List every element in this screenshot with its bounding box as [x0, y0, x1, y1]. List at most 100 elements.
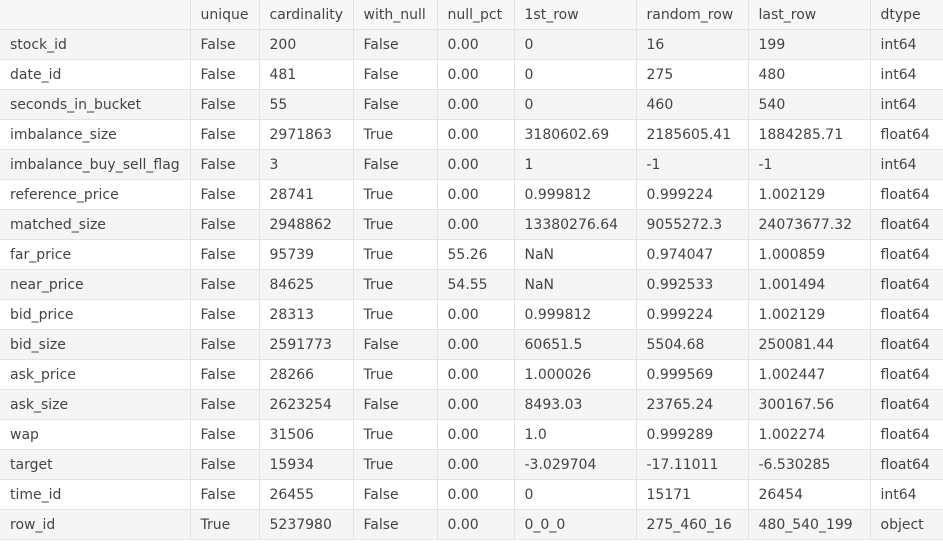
column-header: with_null	[352, 0, 438, 30]
row-label: imbalance_buy_sell_flag	[0, 149, 191, 180]
table-cell: float64	[869, 179, 943, 210]
table-cell: 1.001494	[747, 269, 871, 300]
row-label: date_id	[0, 59, 191, 90]
table-cell: 1.002129	[747, 299, 871, 330]
table-cell: 0.999569	[635, 359, 749, 390]
table-cell: False	[189, 479, 260, 510]
table-cell: float64	[869, 419, 943, 450]
table-cell: False	[189, 89, 260, 120]
table-cell: 13380276.64	[513, 209, 637, 240]
table-cell: -1	[635, 149, 749, 180]
table-cell: 0_0_0	[513, 509, 637, 540]
table-cell: False	[352, 29, 438, 60]
table-row: reference_price False 28741 True 0.00 0.99981…	[0, 179, 943, 210]
table-cell: False	[352, 509, 438, 540]
table-row: ask_price False 28266 True 0.00 1.000026 0.999…	[0, 359, 943, 390]
table-row: matched_size False 2948862 True 0.00 13380276…	[0, 209, 943, 240]
table-cell: 0.00	[436, 119, 515, 150]
table-cell: float64	[869, 209, 943, 240]
table-cell: 0.999224	[635, 179, 749, 210]
table-cell: False	[352, 479, 438, 510]
table-row: near_price False 84625 True 54.55 NaN 0.992533…	[0, 269, 943, 300]
column-header: 1st_row	[513, 0, 637, 30]
table-cell: 0.974047	[635, 239, 749, 270]
table-cell: 480_540_199	[747, 509, 871, 540]
table-cell: 0.999812	[513, 299, 637, 330]
table-cell: 23765.24	[635, 389, 749, 420]
table-cell: 0.00	[436, 419, 515, 450]
table-cell: -17.11011	[635, 449, 749, 480]
table-cell: 84625	[258, 269, 354, 300]
table-cell: 0.00	[436, 209, 515, 240]
table-cell: True	[352, 269, 438, 300]
row-label: matched_size	[0, 209, 191, 240]
table-cell: 275	[635, 59, 749, 90]
table-cell: False	[189, 179, 260, 210]
table-cell: 5237980	[258, 509, 354, 540]
table-cell: 0.00	[436, 479, 515, 510]
row-label: row_id	[0, 509, 191, 540]
table-cell: False	[189, 359, 260, 390]
table-cell: 275_460_16	[635, 509, 749, 540]
table-cell: 3	[258, 149, 354, 180]
table-cell: float64	[869, 389, 943, 420]
row-label: target	[0, 449, 191, 480]
table-cell: False	[189, 419, 260, 450]
table-cell: int64	[869, 479, 943, 510]
table-cell: 199	[747, 29, 871, 60]
table-cell: False	[189, 59, 260, 90]
table-cell: False	[352, 329, 438, 360]
table-cell: float64	[869, 299, 943, 330]
table-cell: 0	[513, 29, 637, 60]
column-header: unique	[189, 0, 260, 30]
table-cell: False	[189, 329, 260, 360]
table-cell: 0.992533	[635, 269, 749, 300]
row-label: bid_size	[0, 329, 191, 360]
table-cell: 0.999289	[635, 419, 749, 450]
table-cell: -6.530285	[747, 449, 871, 480]
table-cell: True	[352, 119, 438, 150]
table-cell: 480	[747, 59, 871, 90]
table-cell: True	[352, 359, 438, 390]
table-cell: 1.002447	[747, 359, 871, 390]
table-cell: 300167.56	[747, 389, 871, 420]
table-row: far_price False 95739 True 55.26 NaN 0.974047 1…	[0, 239, 943, 270]
table-cell: False	[352, 389, 438, 420]
table-cell: 0.00	[436, 299, 515, 330]
table-row: imbalance_size False 2971863 True 0.00 318060…	[0, 119, 943, 150]
column-header: cardinality	[258, 0, 354, 30]
table-cell: int64	[869, 29, 943, 60]
table-cell: 16	[635, 29, 749, 60]
table-cell: 5504.68	[635, 329, 749, 360]
table-cell: 1884285.71	[747, 119, 871, 150]
table-cell: 15171	[635, 479, 749, 510]
table-row: target False 15934 True 0.00 -3.029704 -17.110…	[0, 449, 943, 480]
table-cell: 2591773	[258, 329, 354, 360]
table-cell: 0.00	[436, 509, 515, 540]
table-cell: 15934	[258, 449, 354, 480]
table-cell: -3.029704	[513, 449, 637, 480]
table-row: bid_price False 28313 True 0.00 0.999812 0.999…	[0, 299, 943, 330]
table-cell: 26454	[747, 479, 871, 510]
table-cell: 0.00	[436, 179, 515, 210]
table-cell: 0	[513, 59, 637, 90]
table-row: time_id False 26455 False 0.00 0 15171 26454 int…	[0, 479, 943, 510]
table-cell: True	[352, 239, 438, 270]
table-body: stock_id False 200 False 0.00 0 16 199 int64 date…	[0, 29, 943, 540]
table-cell: 1.000859	[747, 239, 871, 270]
column-header: random_row	[635, 0, 749, 30]
table-cell: 200	[258, 29, 354, 60]
table-cell: 28741	[258, 179, 354, 210]
table-row: ask_size False 2623254 False 0.00 8493.03 2376…	[0, 389, 943, 420]
table-cell: int64	[869, 59, 943, 90]
column-header: last_row	[747, 0, 871, 30]
table-cell: 2185605.41	[635, 119, 749, 150]
table-cell: 8493.03	[513, 389, 637, 420]
table-cell: 540	[747, 89, 871, 120]
table-cell: True	[352, 209, 438, 240]
table-cell: 1.0	[513, 419, 637, 450]
row-label: time_id	[0, 479, 191, 510]
table-cell: 0	[513, 479, 637, 510]
header-corner-cell	[0, 0, 191, 30]
table-cell: False	[352, 89, 438, 120]
